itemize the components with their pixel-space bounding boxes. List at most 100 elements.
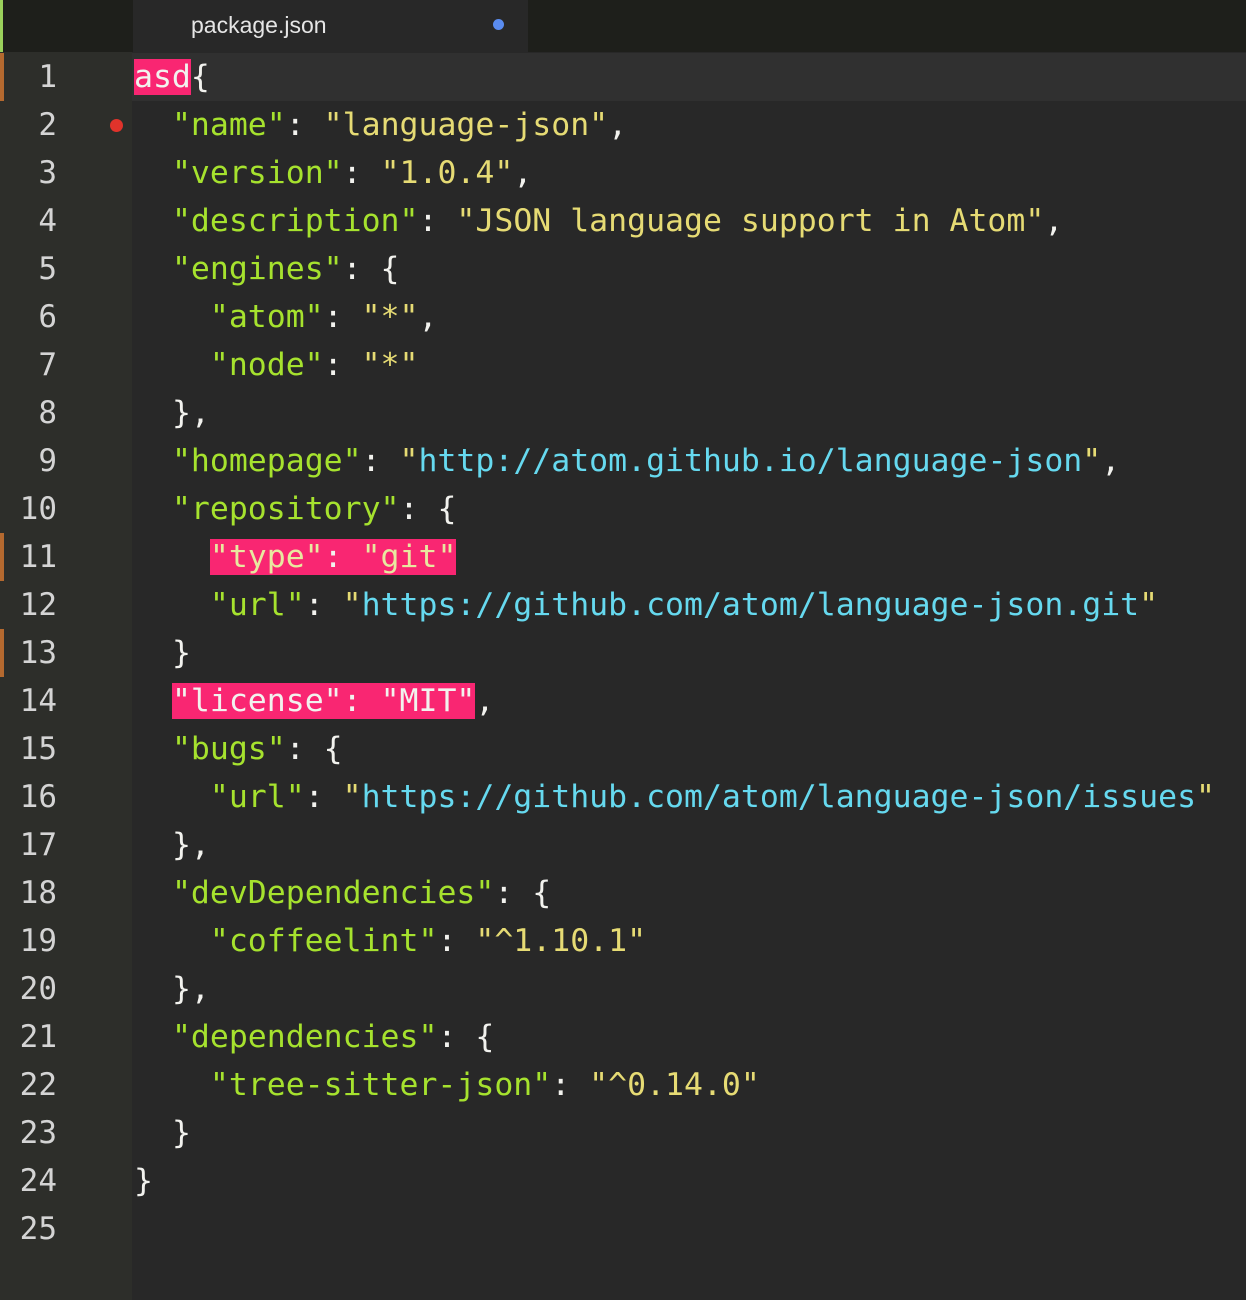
json-string: " — [1139, 587, 1159, 623]
json-string: "^1.10.1" — [475, 923, 647, 959]
search-match-highlight: "MIT" — [380, 683, 476, 719]
code-line[interactable]: "tree-sitter-json": "^0.14.0" — [134, 1061, 760, 1109]
tab-package-json[interactable]: package.json — [133, 0, 528, 52]
line-number[interactable]: 18 — [0, 869, 57, 917]
json-punctuation: : — [437, 923, 476, 959]
json-punctuation: : — [323, 299, 362, 335]
line-number[interactable]: 15 — [0, 725, 57, 773]
line-number[interactable]: 4 — [0, 197, 57, 245]
code-line[interactable]: "name": "language-json", — [134, 101, 627, 149]
line-number[interactable]: 25 — [0, 1205, 57, 1253]
code-line[interactable]: } — [134, 1109, 191, 1157]
code-line[interactable]: } — [134, 629, 191, 677]
json-punctuation: } — [171, 1115, 191, 1151]
code-line[interactable]: asd{ — [134, 53, 210, 101]
json-punctuation: , — [1101, 443, 1121, 479]
json-punctuation: } — [171, 635, 191, 671]
code-line[interactable]: "repository": { — [134, 485, 456, 533]
search-match-highlight: : — [342, 683, 381, 719]
line-number[interactable]: 8 — [0, 389, 57, 437]
line-number[interactable]: 24 — [0, 1157, 57, 1205]
line-number[interactable]: 6 — [0, 293, 57, 341]
git-modified-marker — [0, 533, 4, 581]
json-string: " — [1196, 779, 1216, 815]
code-line[interactable]: "url": "https://github.com/atom/language… — [134, 581, 1158, 629]
json-key: "node" — [209, 347, 324, 383]
line-number[interactable]: 2 — [0, 101, 57, 149]
code-line[interactable]: "description": "JSON language support in… — [134, 197, 1063, 245]
json-string: " — [342, 779, 362, 815]
code-editor[interactable]: asd{ "name": "language-json", "version":… — [132, 52, 1246, 1300]
json-url: https://github.com/atom/language-json.gi… — [361, 587, 1140, 623]
json-string: " — [342, 587, 362, 623]
code-line[interactable]: "atom": "*", — [134, 293, 438, 341]
json-key: "url" — [209, 779, 305, 815]
code-line[interactable]: }, — [134, 389, 210, 437]
line-number[interactable]: 13 — [0, 629, 57, 677]
line-number[interactable]: 20 — [0, 965, 57, 1013]
json-key: "devDependencies" — [171, 875, 495, 911]
line-number[interactable]: 11 — [0, 533, 57, 581]
json-punctuation: , — [608, 107, 628, 143]
json-punctuation: : — [285, 107, 324, 143]
modified-indicator-icon[interactable] — [493, 19, 504, 30]
code-line[interactable]: } — [134, 1157, 153, 1205]
search-match-highlight: asd — [134, 59, 191, 95]
code-line[interactable]: "engines": { — [134, 245, 400, 293]
json-key: "url" — [209, 587, 305, 623]
line-number[interactable]: 22 — [0, 1061, 57, 1109]
line-number[interactable]: 3 — [0, 149, 57, 197]
json-punctuation: : — [304, 779, 343, 815]
line-number-gutter[interactable]: 1 2 3 4 5 6 7 8 9 10 11 12 13 14 15 16 17 18 19 20 21 22 23 24 2… — [0, 52, 132, 1300]
code-line[interactable]: "type": "git" — [134, 533, 457, 581]
line-number[interactable]: 14 — [0, 677, 57, 725]
code-line[interactable]: }, — [134, 821, 210, 869]
line-number[interactable]: 1 — [0, 53, 57, 101]
code-line[interactable]: "homepage": "http://atom.github.io/langu… — [134, 437, 1120, 485]
json-key: "version" — [171, 155, 343, 191]
line-number[interactable]: 19 — [0, 917, 57, 965]
json-punctuation: } — [134, 1163, 153, 1199]
line-number[interactable]: 23 — [0, 1109, 57, 1157]
code-line[interactable]: "dependencies": { — [134, 1013, 494, 1061]
search-match-highlight: "type" — [209, 539, 324, 575]
line-number[interactable]: 10 — [0, 485, 57, 533]
line-number[interactable]: 7 — [0, 341, 57, 389]
json-punctuation: : — [304, 587, 343, 623]
code-line[interactable]: "node": "*" — [134, 341, 419, 389]
code-line[interactable]: "version": "1.0.4", — [134, 149, 532, 197]
line-number[interactable]: 17 — [0, 821, 57, 869]
code-line[interactable]: "devDependencies": { — [134, 869, 551, 917]
json-string: " — [399, 443, 419, 479]
code-line[interactable]: }, — [134, 965, 210, 1013]
code-line[interactable]: "coffeelint": "^1.10.1" — [134, 917, 646, 965]
search-match-highlight: "license" — [171, 683, 343, 719]
json-key: "atom" — [209, 299, 324, 335]
code-line[interactable]: "license": "MIT", — [134, 677, 494, 725]
json-punctuation: }, — [171, 827, 210, 863]
line-number[interactable]: 5 — [0, 245, 57, 293]
code-line[interactable]: "bugs": { — [134, 725, 343, 773]
json-punctuation: , — [475, 683, 495, 719]
line-number[interactable]: 9 — [0, 437, 57, 485]
tab-bar: package.json — [0, 0, 1246, 52]
code-line[interactable]: "url": "https://github.com/atom/language… — [134, 773, 1215, 821]
line-number[interactable]: 16 — [0, 773, 57, 821]
line-number[interactable]: 21 — [0, 1013, 57, 1061]
line-number[interactable]: 12 — [0, 581, 57, 629]
breakpoint-icon[interactable] — [110, 119, 123, 132]
json-punctuation: : — [551, 1067, 590, 1103]
json-punctuation: : { — [285, 731, 343, 767]
git-modified-marker — [0, 629, 4, 677]
json-punctuation: , — [513, 155, 533, 191]
